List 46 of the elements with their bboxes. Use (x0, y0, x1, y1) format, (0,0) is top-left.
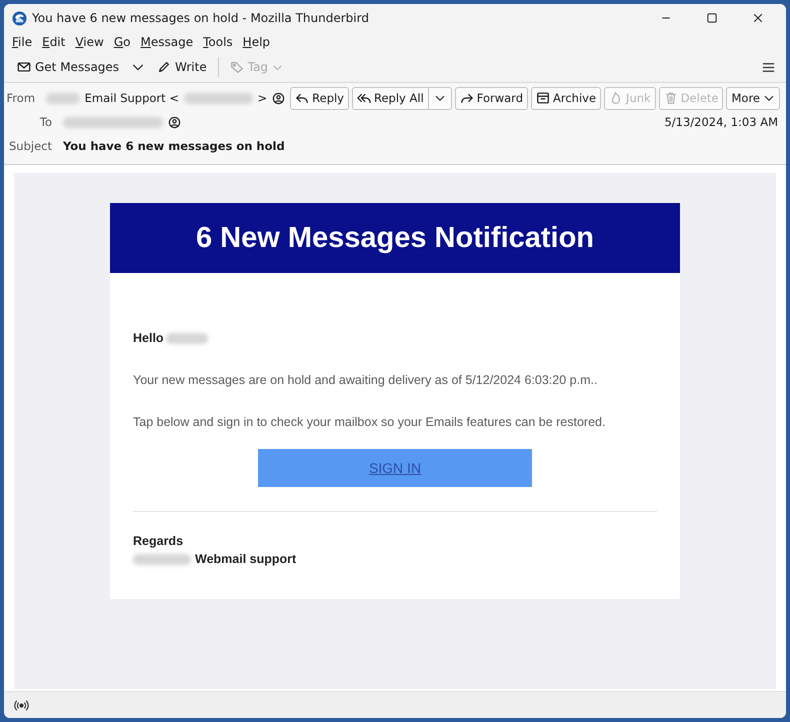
menu-item[interactable]: Help (242, 35, 270, 49)
window-title: You have 6 new messages on hold - Mozilla Thunderbird (32, 11, 369, 25)
body-text: Your new messages are on hold and awaiting delivery as of 5/12/2024 6:03:20 p.m.. (133, 373, 598, 387)
trash-icon (664, 91, 678, 105)
menu-item[interactable]: File (12, 35, 32, 49)
toolbar-button[interactable]: Write (152, 57, 212, 77)
action-button[interactable]: Forward (454, 86, 528, 110)
signature-text: Webmail support (195, 552, 296, 566)
archive-box-icon (536, 91, 550, 105)
action-button[interactable]: Reply (290, 86, 349, 110)
contact-icon (272, 92, 286, 104)
greeting-text: Hello (133, 331, 164, 345)
forward-arrow-icon (460, 91, 474, 105)
envelope-icon (17, 60, 31, 74)
toolbar-button[interactable]: Get Messages (12, 57, 124, 77)
redacted-text (166, 332, 208, 344)
app-logo-icon (12, 10, 27, 26)
pencil-icon (157, 60, 172, 74)
closing-text: Regards (133, 534, 184, 548)
maximize-icon (706, 12, 718, 24)
contact-icon (168, 116, 181, 128)
reply-all-arrow-icon (357, 91, 371, 105)
action-button[interactable]: Reply All (352, 86, 429, 110)
activity-signal-icon (14, 698, 29, 712)
menu-item[interactable]: View (75, 35, 104, 49)
message-date: 5/13/2024, 1:03 AM (664, 115, 779, 129)
email-banner: 6 New Messages Notification (110, 203, 680, 273)
menu-item[interactable]: Tools (203, 35, 233, 49)
menu-item[interactable]: Go (114, 35, 130, 49)
field-label: From (6, 91, 36, 105)
redacted-text (46, 92, 80, 104)
close-icon (752, 12, 764, 24)
menu-item[interactable]: Edit (42, 35, 66, 49)
sender-name: Email Support < (84, 91, 179, 105)
message-subject: You have 6 new messages on hold (63, 139, 285, 153)
tag-icon (230, 60, 244, 74)
sender-bracket: > (258, 91, 268, 105)
field-label: Subject (8, 139, 52, 153)
body-text: Tap below and sign in to check your mailbox so your Emails features can be restored. (133, 415, 606, 429)
redacted-text (133, 554, 191, 564)
action-button[interactable]: Archive (531, 86, 602, 110)
redacted-text (184, 92, 252, 104)
menu-item[interactable]: Message (140, 35, 194, 49)
action-button[interactable]: More (726, 86, 780, 110)
reply-arrow-icon (295, 91, 310, 105)
field-label: To (38, 115, 52, 129)
